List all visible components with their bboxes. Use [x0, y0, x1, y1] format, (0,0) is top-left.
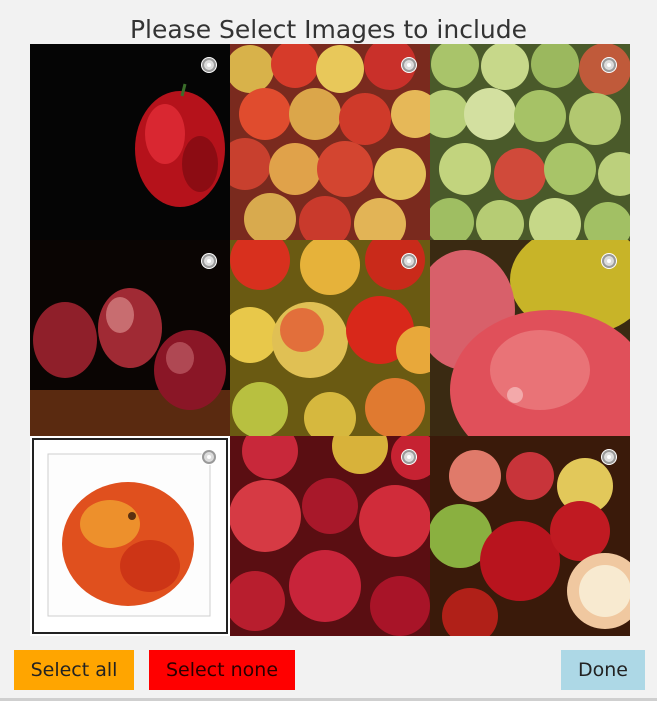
done-button[interactable]: Done — [561, 650, 645, 690]
apple-photo — [47, 453, 211, 617]
select-all-button[interactable]: Select all — [14, 650, 134, 690]
dialog-title: Please Select Images to include — [129, 15, 528, 44]
select-radio-3[interactable] — [602, 58, 616, 72]
image-tile-8[interactable] — [230, 436, 430, 636]
apple-photo — [430, 44, 630, 240]
select-radio-8[interactable] — [402, 450, 416, 464]
image-tile-1[interactable] — [30, 44, 230, 240]
apple-photo — [230, 436, 430, 636]
select-radio-6[interactable] — [602, 254, 616, 268]
select-radio-5[interactable] — [402, 254, 416, 268]
image-tile-4[interactable] — [30, 240, 230, 436]
apple-photo — [430, 436, 630, 636]
select-radio-1[interactable] — [202, 58, 216, 72]
select-radio-4[interactable] — [202, 254, 216, 268]
apple-photo — [30, 44, 230, 240]
apple-photo — [230, 44, 430, 240]
apple-photo — [230, 240, 430, 436]
image-tile-6[interactable] — [430, 240, 630, 436]
image-grid — [30, 44, 630, 636]
apple-photo — [430, 240, 630, 436]
apple-photo — [30, 240, 230, 436]
image-tile-3[interactable] — [430, 44, 630, 240]
select-radio-9[interactable] — [602, 450, 616, 464]
select-none-button[interactable]: Select none — [149, 650, 295, 690]
select-radio-2[interactable] — [402, 58, 416, 72]
image-tile-7[interactable] — [30, 436, 230, 636]
select-radio-7[interactable] — [202, 450, 216, 464]
image-tile-9[interactable] — [430, 436, 630, 636]
image-tile-2[interactable] — [230, 44, 430, 240]
image-tile-5[interactable] — [230, 240, 430, 436]
